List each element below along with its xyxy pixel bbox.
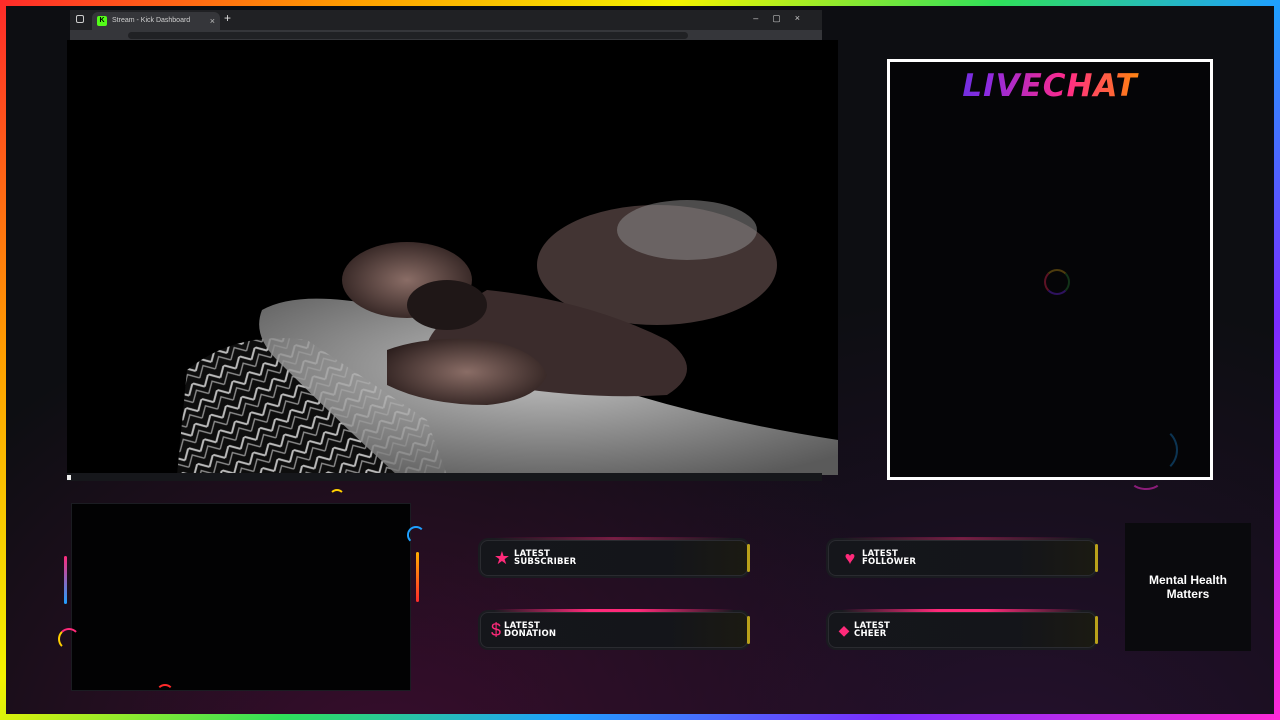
banner-line-2: Matters (1166, 587, 1210, 601)
ring-decoration-icon (1130, 470, 1162, 490)
livechat-panel: LIVECHAT (887, 59, 1213, 480)
frame-accent-left (64, 556, 67, 604)
browser-window: K Stream - Kick Dashboard × + –▢× (70, 10, 822, 40)
tab-overview-icon[interactable] (76, 15, 84, 23)
taskbar (67, 473, 822, 481)
start-icon[interactable] (67, 475, 71, 480)
browser-tab[interactable]: K Stream - Kick Dashboard × (92, 12, 220, 30)
close-tab-icon[interactable]: × (210, 12, 215, 30)
banner-line-1: Mental Health (1148, 573, 1227, 587)
kick-logo-icon: K (97, 16, 107, 26)
mental-health-banner: Mental Health Matters (1125, 523, 1251, 651)
browser-tabbar: K Stream - Kick Dashboard × + –▢× (70, 10, 822, 30)
widget-label: LATEST SUBSCRIBER (514, 549, 577, 567)
url-field[interactable] (128, 32, 688, 39)
frame-accent-right (416, 552, 419, 602)
widget-edge (747, 544, 750, 572)
ring-decoration-icon (58, 628, 80, 650)
widget-edge (1095, 544, 1098, 572)
livechat-title: LIVECHAT (890, 68, 1210, 104)
ring-decoration-icon (329, 489, 345, 505)
widget-edge (1095, 616, 1098, 644)
latest-donation-widget: $ LATEST DONATION (480, 609, 750, 648)
webcam-scene (67, 40, 838, 475)
dollar-icon: $ (490, 620, 501, 640)
ring-decoration-icon (407, 526, 425, 544)
widget-label: LATEST DONATION (504, 621, 557, 639)
widget-label: LATEST FOLLOWER (862, 549, 917, 567)
tab-title: Stream - Kick Dashboard (112, 17, 191, 24)
heart-icon: ♥ (844, 548, 856, 568)
latest-cheer-widget: ◆ LATEST CHEER (828, 609, 1098, 648)
address-bar (70, 30, 822, 40)
window-controls[interactable]: –▢× (753, 13, 814, 24)
widget-label: LATEST CHEER (854, 621, 891, 639)
star-icon: ★ (493, 548, 511, 568)
latest-follower-widget: ♥ LATEST FOLLOWER (828, 537, 1098, 576)
secondary-cam-frame (72, 504, 410, 690)
new-tab-button[interactable]: + (224, 11, 231, 25)
ring-decoration-icon (1130, 426, 1178, 474)
widget-edge (747, 616, 750, 644)
latest-subscriber-widget: ★ LATEST SUBSCRIBER (480, 537, 750, 576)
diamond-icon: ◆ (838, 622, 850, 638)
webcam-feed (67, 40, 838, 475)
ring-decoration-icon (156, 684, 174, 702)
loading-ring-icon (1044, 269, 1070, 295)
